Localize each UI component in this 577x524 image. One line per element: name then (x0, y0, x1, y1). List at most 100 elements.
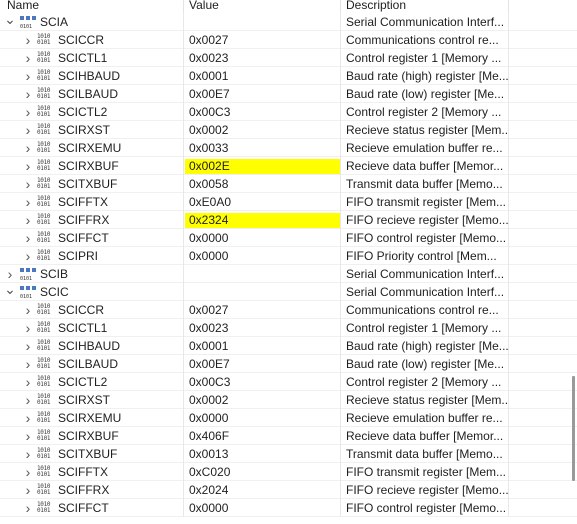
value-cell[interactable]: 0x00E7 (184, 355, 341, 373)
chevron-right-icon[interactable]: › (22, 409, 34, 427)
tree-register-row[interactable]: › 1010 0101 SCICCR 0x0027 Communications cont… (0, 301, 577, 319)
value-cell[interactable]: 0x00C3 (184, 103, 341, 121)
chevron-right-icon[interactable]: › (22, 373, 34, 391)
tree-register-row[interactable]: › 1010 0101 SCIRXEMU 0x0000 Recieve emulation… (0, 409, 577, 427)
tree-register-row[interactable]: › 1010 0101 SCIRXBUF 0x406F Recieve data buff… (0, 427, 577, 445)
tree-register-row[interactable]: › 1010 0101 SCIFFTX 0xC020 FIFO transmit regi… (0, 463, 577, 481)
value-cell[interactable]: 0x2024 (184, 481, 341, 499)
chevron-right-icon[interactable]: › (22, 121, 34, 139)
value-cell[interactable]: 0x0013 (184, 445, 341, 463)
tree-register-row[interactable]: › 1010 0101 SCIFFCT 0x0000 FIFO control regis… (0, 499, 577, 517)
value-cell[interactable]: 0x0002 (184, 121, 341, 139)
value-cell[interactable] (184, 13, 341, 31)
tree-register-row[interactable]: › 1010 0101 SCITXBUF 0x0058 Transmit data buf… (0, 175, 577, 193)
tree-register-row[interactable]: › 1010 0101 SCIFFCT 0x0000 FIFO control regis… (0, 229, 577, 247)
register-value: 0xC020 (189, 465, 231, 479)
value-cell[interactable]: 0x0001 (184, 337, 341, 355)
chevron-right-icon[interactable]: › (22, 499, 34, 517)
value-cell[interactable]: 0xE0A0 (184, 193, 341, 211)
chevron-right-icon[interactable]: › (4, 265, 16, 283)
chevron-right-icon[interactable]: › (22, 211, 34, 229)
tree-register-row[interactable]: › 1010 0101 SCICTL2 0x00C3 Control register 2… (0, 373, 577, 391)
value-cell[interactable]: 0x0002 (184, 391, 341, 409)
value-cell[interactable]: 0xC020 (184, 463, 341, 481)
value-cell[interactable]: 0x00C3 (184, 373, 341, 391)
value-cell[interactable]: 0x406F (184, 427, 341, 445)
chevron-right-icon[interactable]: › (22, 157, 34, 175)
chevron-right-icon[interactable]: › (22, 481, 34, 499)
chevron-right-icon[interactable]: › (22, 463, 34, 481)
chevron-right-icon[interactable]: › (22, 445, 34, 463)
value-cell[interactable]: 0x0000 (184, 499, 341, 517)
chevron-right-icon[interactable]: › (22, 49, 34, 67)
value-cell[interactable] (184, 265, 341, 283)
chevron-right-icon[interactable]: › (22, 139, 34, 157)
description-cell: Transmit data buffer [Memo... (341, 175, 509, 193)
chevron-right-icon[interactable]: › (22, 319, 34, 337)
filler-cell (509, 445, 577, 463)
column-header-name[interactable]: Name (0, 0, 184, 13)
tree-register-row[interactable]: › 1010 0101 SCICCR 0x0027 Communications cont… (0, 31, 577, 49)
name-cell: › 1010 0101 SCICCR (0, 31, 184, 49)
tree-register-row[interactable]: › 1010 0101 SCICTL2 0x00C3 Control register 2… (0, 103, 577, 121)
value-cell[interactable]: 0x0027 (184, 31, 341, 49)
chevron-down-icon[interactable]: ⌄ (4, 13, 16, 31)
value-cell[interactable]: 0x00E7 (184, 85, 341, 103)
tree-register-row[interactable]: › 1010 0101 SCIHBAUD 0x0001 Baud rate (high) … (0, 337, 577, 355)
column-header-value[interactable]: Value (184, 0, 341, 13)
value-cell[interactable]: 0x0023 (184, 49, 341, 67)
tree-register-row[interactable]: › 1010 0101 SCIRXST 0x0002 Recieve status reg… (0, 121, 577, 139)
column-header-description[interactable]: Description (341, 0, 509, 13)
value-cell[interactable]: 0x002E (184, 157, 341, 175)
register-binary-icon: 1010 0101 (37, 177, 51, 190)
chevron-right-icon[interactable]: › (22, 427, 34, 445)
value-cell[interactable] (184, 283, 341, 301)
chevron-right-icon[interactable]: › (22, 103, 34, 121)
chevron-right-icon[interactable]: › (22, 247, 34, 265)
value-cell[interactable]: 0x0001 (184, 67, 341, 85)
description-cell: Recieve data buffer [Memor... (341, 157, 509, 175)
chevron-right-icon[interactable]: › (22, 229, 34, 247)
tree-group-row[interactable]: ⌄ 0101 SCIC Serial Communication Interf... (0, 283, 577, 301)
value-cell[interactable]: 0x0033 (184, 139, 341, 157)
value-cell[interactable]: 0x0023 (184, 319, 341, 337)
chevron-down-icon[interactable]: ⌄ (4, 283, 16, 301)
tree-register-row[interactable]: › 1010 0101 SCIRXEMU 0x0033 Recieve emulation… (0, 139, 577, 157)
name-cell: › 1010 0101 SCIRXEMU (0, 409, 184, 427)
value-cell[interactable]: 0x0000 (184, 409, 341, 427)
value-cell[interactable]: 0x0000 (184, 247, 341, 265)
tree-register-row[interactable]: › 1010 0101 SCITXBUF 0x0013 Transmit data buf… (0, 445, 577, 463)
chevron-right-icon[interactable]: › (22, 301, 34, 319)
tree-register-row[interactable]: › 1010 0101 SCIHBAUD 0x0001 Baud rate (high) … (0, 67, 577, 85)
value-cell[interactable]: 0x0027 (184, 301, 341, 319)
tree-register-row[interactable]: › 1010 0101 SCIRXBUF 0x002E Recieve data buff… (0, 157, 577, 175)
register-binary-icon: 1010 0101 (37, 483, 51, 496)
tree-group-row[interactable]: › 0101 SCIB Serial Communication Interf... (0, 265, 577, 283)
chevron-right-icon[interactable]: › (22, 85, 34, 103)
tree-register-row[interactable]: › 1010 0101 SCIFFRX 0x2324 FIFO recieve regis… (0, 211, 577, 229)
register-name: SCIB (40, 267, 69, 281)
value-cell[interactable]: 0x0000 (184, 229, 341, 247)
tree-register-row[interactable]: › 1010 0101 SCIFFTX 0xE0A0 FIFO transmit regi… (0, 193, 577, 211)
tree-register-row[interactable]: › 1010 0101 SCILBAUD 0x00E7 Baud rate (low) r… (0, 85, 577, 103)
vertical-scrollbar[interactable] (572, 376, 575, 481)
chevron-right-icon[interactable]: › (22, 31, 34, 49)
chevron-right-icon[interactable]: › (22, 337, 34, 355)
tree-register-row[interactable]: › 1010 0101 SCIPRI 0x0000 FIFO Priority contr… (0, 247, 577, 265)
chevron-right-icon[interactable]: › (22, 175, 34, 193)
value-cell[interactable]: 0x0058 (184, 175, 341, 193)
chevron-right-icon[interactable]: › (22, 193, 34, 211)
value-cell[interactable]: 0x2324 (184, 211, 341, 229)
tree-register-row[interactable]: › 1010 0101 SCIFFRX 0x2024 FIFO recieve regis… (0, 481, 577, 499)
chevron-right-icon[interactable]: › (22, 67, 34, 85)
description-cell: Control register 1 [Memory ... (341, 319, 509, 337)
tree-group-row[interactable]: ⌄ 0101 SCIA Serial Communication Interf... (0, 13, 577, 31)
tree-register-row[interactable]: › 1010 0101 SCIRXST 0x0002 Recieve status reg… (0, 391, 577, 409)
tree-register-row[interactable]: › 1010 0101 SCILBAUD 0x00E7 Baud rate (low) r… (0, 355, 577, 373)
register-name: SCICCR (58, 33, 105, 47)
description-cell: FIFO Priority control [Mem... (341, 247, 509, 265)
chevron-right-icon[interactable]: › (22, 391, 34, 409)
chevron-right-icon[interactable]: › (22, 355, 34, 373)
tree-register-row[interactable]: › 1010 0101 SCICTL1 0x0023 Control register 1… (0, 319, 577, 337)
tree-register-row[interactable]: › 1010 0101 SCICTL1 0x0023 Control register 1… (0, 49, 577, 67)
